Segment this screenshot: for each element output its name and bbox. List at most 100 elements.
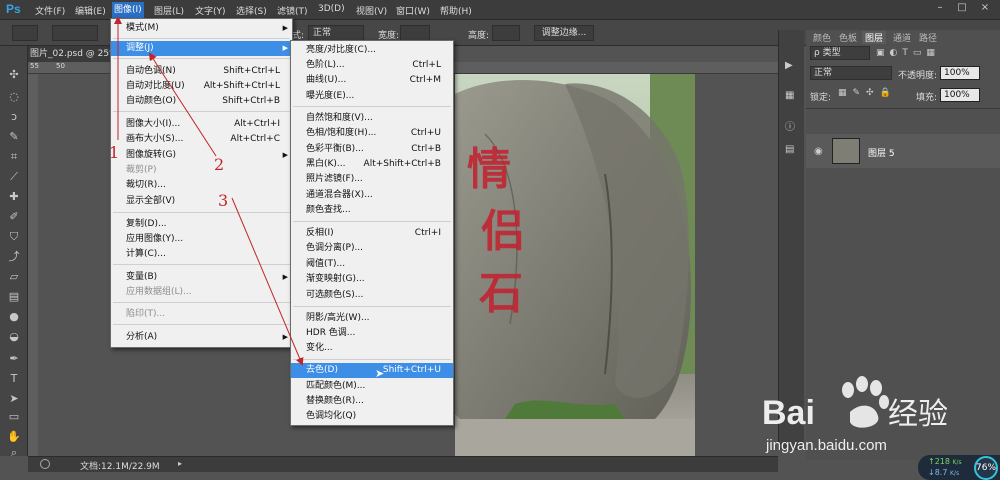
height-input[interactable] [492,25,520,41]
menu-item-auto-color[interactable]: 自动颜色(O) Shift+Ctrl+B [111,94,292,109]
menu-item-equalize[interactable]: 色调均化(Q) [291,409,453,424]
menu-item-color-lookup[interactable]: 颜色查找... [291,203,453,218]
menu-item-black-white[interactable]: 黑白(K)... Alt+Shift+Ctrl+B [291,157,453,172]
history-brush-tool-icon[interactable]: ⤴ [6,250,22,264]
zoom-tool-icon[interactable]: ⌕ [6,446,22,460]
refine-edge-button[interactable]: 调整边缘... [534,25,594,41]
menu-item-channel-mixer[interactable]: 通道混合器(X)... [291,188,453,203]
menu-item-canvas-size[interactable]: 画布大小(S)... Alt+Ctrl+C [111,132,292,147]
menu-window[interactable]: 窗口(W) [396,4,430,18]
blur-tool-icon[interactable]: ● [6,310,22,324]
properties-panel-icon[interactable]: ▦ [785,90,799,102]
menu-layer[interactable]: 图层(L) [154,4,184,18]
hand-tool-icon[interactable]: ✋ [6,430,22,444]
menu-item-trim[interactable]: 裁切(R)... [111,178,292,193]
lock-icons[interactable]: ▦✎✣🔒 [838,88,898,100]
menu-item-hdr-toning[interactable]: HDR 色调... [291,326,453,341]
menu-item-auto-tone[interactable]: 自动色调(N) Shift+Ctrl+L [111,64,292,79]
minimize-button[interactable]: – [930,2,950,16]
menu-item-image-size[interactable]: 图像大小(I)... Alt+Ctrl+I [111,117,292,132]
menu-item-variables[interactable]: 变量(B) ▶ [111,270,292,285]
eraser-tool-icon[interactable]: ▱ [6,270,22,284]
notes-panel-icon[interactable]: ▤ [785,144,799,156]
menu-3d[interactable]: 3D(D) [318,4,345,18]
layer-name[interactable]: 图层 5 [868,146,895,159]
menu-item-auto-contrast[interactable]: 自动对比度(U) Alt+Shift+Ctrl+L [111,79,292,94]
lasso-tool-icon[interactable]: ↄ [6,110,22,124]
menu-item-color-balance[interactable]: 色彩平衡(B)... Ctrl+B [291,142,453,157]
tab-channels[interactable]: 通道 [890,31,914,44]
status-arrow-icon[interactable]: ▸ [178,459,182,468]
menu-item-duplicate[interactable]: 复制(D)... [111,217,292,232]
layer-filter-icons[interactable]: ▣◐T▭▦ [876,48,986,60]
menu-view[interactable]: 视图(V) [356,4,387,18]
dodge-tool-icon[interactable]: ◒ [6,330,22,344]
menu-item-selective-color[interactable]: 可选颜色(S)... [291,288,453,303]
menu-item-match-color[interactable]: 匹配颜色(M)... [291,379,453,394]
menu-item-variations[interactable]: 变化... [291,341,453,356]
menu-item-posterize[interactable]: 色调分离(P)... [291,241,453,256]
eyedropper-tool-icon[interactable]: ⟋ [6,170,22,184]
menu-image[interactable]: 图像(I) [112,2,144,18]
document-canvas[interactable]: 情 侣 石 [455,74,695,457]
usage-gauge[interactable]: 76% [974,456,998,480]
menu-item-photo-filter[interactable]: 照片滤镜(F)... [291,172,453,187]
menu-item-hue-saturation[interactable]: 色相/饱和度(H)... Ctrl+U [291,126,453,141]
menu-item-curves[interactable]: 曲线(U)... Ctrl+M [291,73,453,88]
style-select[interactable]: 正常 [308,25,364,41]
history-panel-icon[interactable]: ▶ [785,60,799,72]
pen-tool-icon[interactable]: ✒ [6,352,22,366]
menu-type[interactable]: 文字(Y) [195,4,226,18]
menu-item-vibrance[interactable]: 自然饱和度(V)... [291,111,453,126]
menu-item-threshold[interactable]: 阈值(T)... [291,257,453,272]
fill-input[interactable]: 100% [940,88,980,102]
menu-item-brightness-contrast[interactable]: 亮度/对比度(C)... [291,43,453,58]
menu-item-apply-image[interactable]: 应用图像(Y)... [111,232,292,247]
layer-row[interactable]: ◉ 图层 5 [806,134,1000,168]
type-tool-icon[interactable]: T [6,372,22,386]
menu-item-reveal-all[interactable]: 显示全部(V) [111,194,292,209]
marquee-preset-icon[interactable] [12,25,38,41]
menu-item-adjustments[interactable]: 调整(J) ▶ [111,41,292,56]
document-tab[interactable]: 图片_02.psd @ 25% ( [28,46,110,62]
clone-stamp-tool-icon[interactable]: ⛉ [6,230,22,244]
path-selection-tool-icon[interactable]: ➤ [6,392,22,406]
close-button[interactable]: × [975,2,995,16]
marquee-tool-icon[interactable]: ◌ [6,90,22,104]
selection-mode-icons[interactable] [52,25,98,41]
tab-swatches[interactable]: 色板 [836,31,860,44]
menu-select[interactable]: 选择(S) [236,4,267,18]
menu-filter[interactable]: 滤镜(T) [277,4,308,18]
menu-item-shadows-highlights[interactable]: 阴影/高光(W)... [291,311,453,326]
menu-edit[interactable]: 编辑(E) [75,4,106,18]
brush-tool-icon[interactable]: ✐ [6,210,22,224]
width-input[interactable] [400,25,430,41]
menu-item-calculations[interactable]: 计算(C)... [111,247,292,262]
quick-select-tool-icon[interactable]: ✎ [6,130,22,144]
menu-item-gradient-map[interactable]: 渐变映射(G)... [291,272,453,287]
menu-item-image-rotation[interactable]: 图像旋转(G) ▶ [111,148,292,163]
gradient-tool-icon[interactable]: ▤ [6,290,22,304]
crop-tool-icon[interactable]: ⌗ [6,150,22,164]
tab-layers[interactable]: 图层 [862,31,887,44]
visibility-eye-icon[interactable]: ◉ [814,146,823,157]
info-panel-icon[interactable]: ⓘ [785,118,799,133]
menu-item-mode[interactable]: 模式(M) ▶ [111,21,292,36]
healing-brush-tool-icon[interactable]: ✚ [6,190,22,204]
move-tool-icon[interactable]: ✣ [6,68,22,82]
menu-help[interactable]: 帮助(H) [440,4,472,18]
layer-filter-select[interactable]: ρ 类型 [810,46,870,60]
menu-item-exposure[interactable]: 曝光度(E)... [291,89,453,104]
menu-item-invert[interactable]: 反相(I) Ctrl+I [291,226,453,241]
shape-tool-icon[interactable]: ▭ [6,410,22,424]
maximize-button[interactable]: □ [952,2,972,16]
menu-item-desaturate[interactable]: 去色(D) Shift+Ctrl+U [291,363,453,378]
tab-color[interactable]: 颜色 [810,31,834,44]
menu-item-levels[interactable]: 色阶(L)... Ctrl+L [291,58,453,73]
blend-mode-select[interactable]: 正常 [810,66,892,80]
menu-file[interactable]: 文件(F) [35,4,65,18]
opacity-input[interactable]: 100% [940,66,980,80]
menu-item-replace-color[interactable]: 替换颜色(R)... [291,394,453,409]
zoom-indicator-icon[interactable] [40,459,50,469]
tab-paths[interactable]: 路径 [916,31,940,44]
